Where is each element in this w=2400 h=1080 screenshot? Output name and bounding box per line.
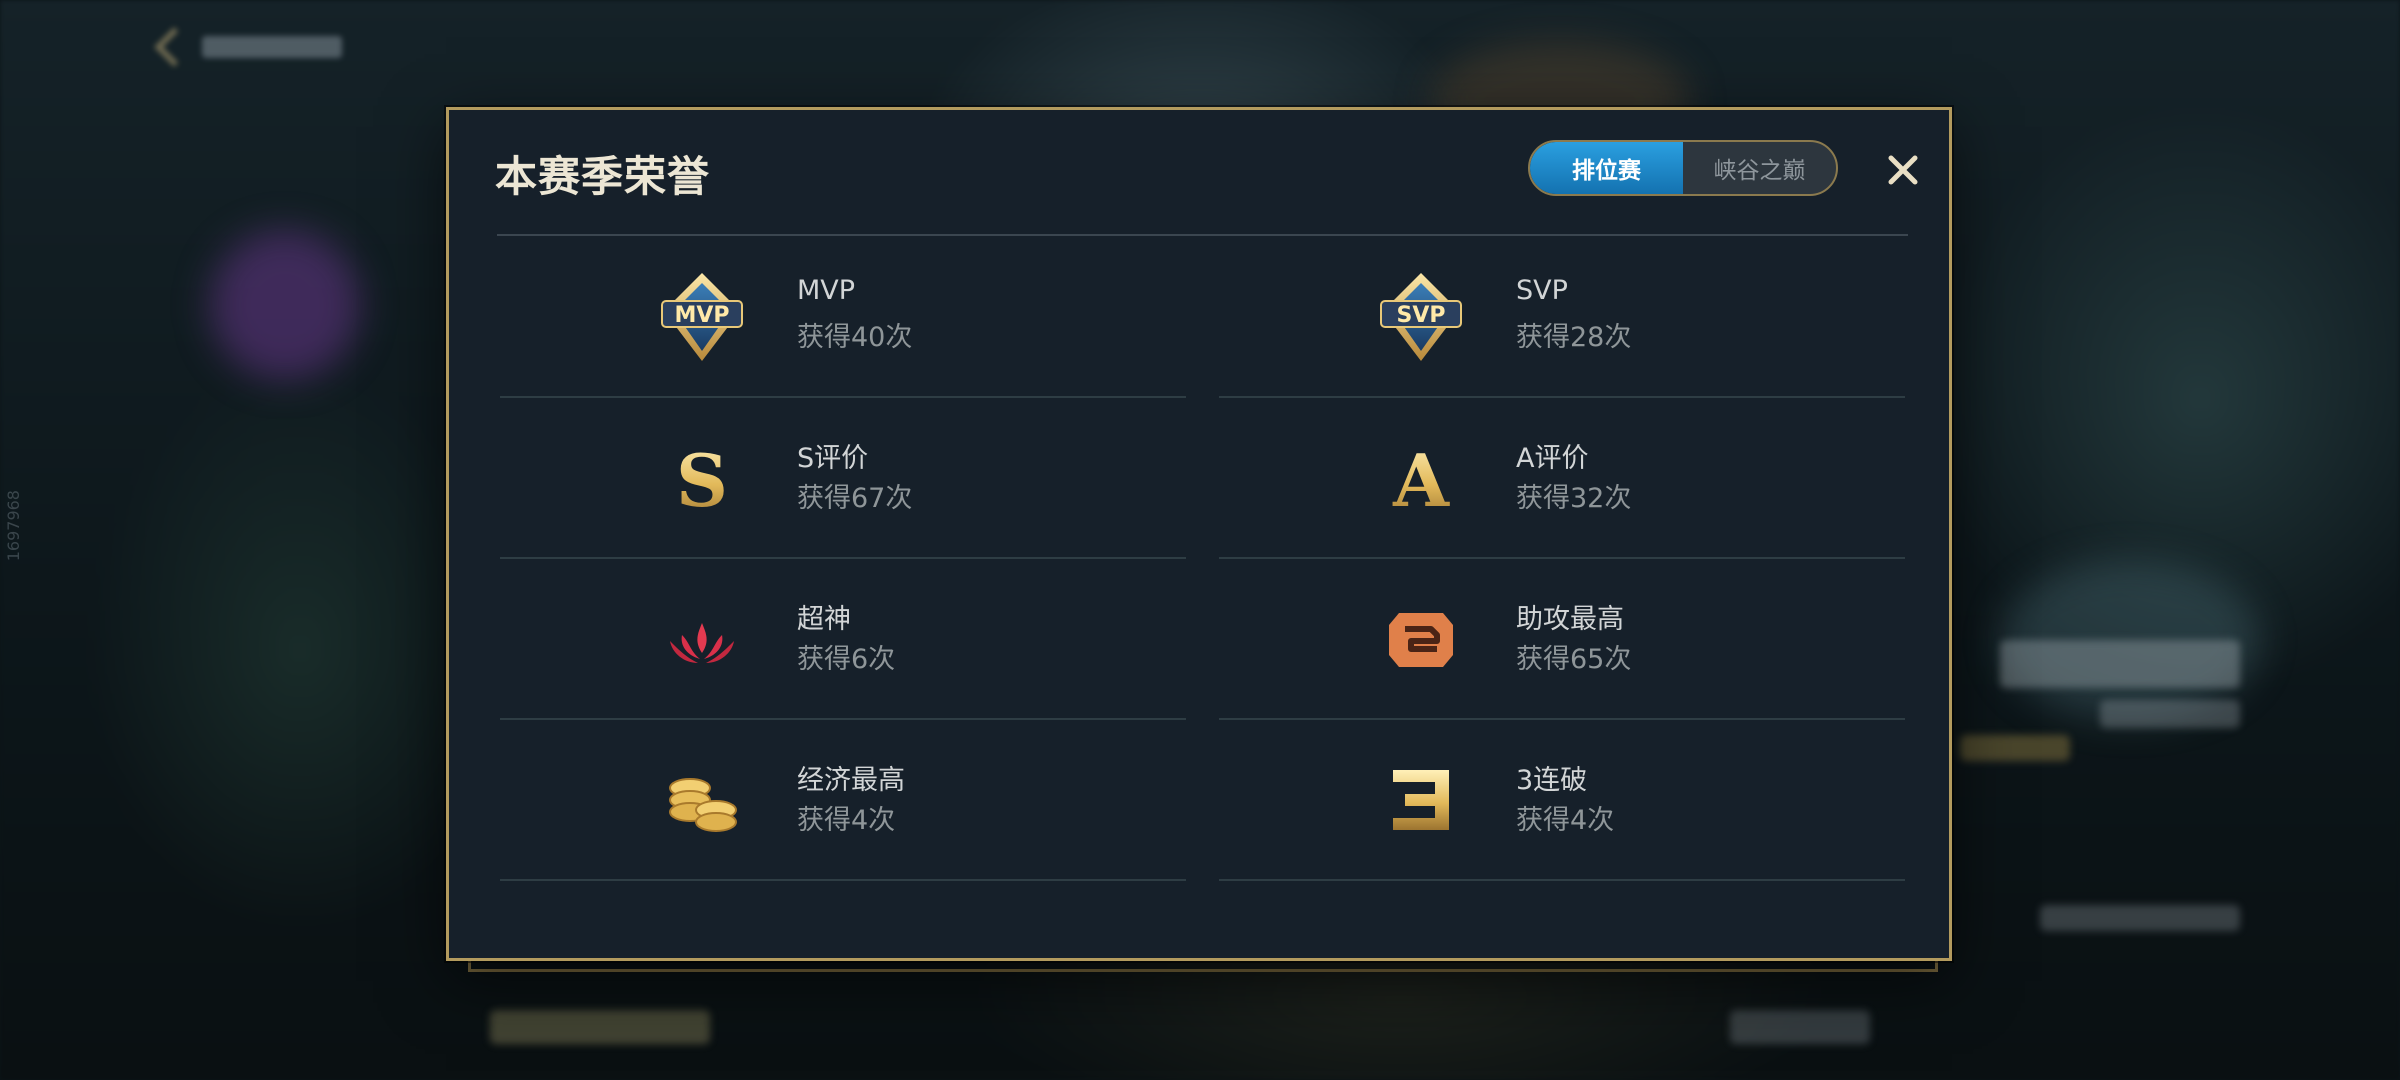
honor-item-mvp: MVP MVP 获得40次 <box>500 237 1186 398</box>
honor-count: 获得65次 <box>1516 644 1632 675</box>
tab-ranked[interactable]: 排位赛 <box>1530 142 1683 194</box>
close-button[interactable] <box>1877 144 1929 196</box>
svg-text:SVP: SVP <box>1397 303 1446 328</box>
honor-name: 3连破 <box>1516 765 1588 796</box>
mvp-badge-icon: MVP <box>660 271 744 363</box>
row-divider <box>1219 879 1905 881</box>
s-grade-icon: S <box>660 432 744 524</box>
chevron-left-icon <box>154 27 194 67</box>
background-side-id: 1697968 <box>4 490 23 562</box>
svg-text:MVP: MVP <box>674 303 729 328</box>
honor-item-top-economy: 经济最高 获得4次 <box>500 720 1186 881</box>
header-divider <box>497 234 1908 236</box>
honor-item-svp: SVP SVP 获得28次 <box>1219 237 1905 398</box>
tab-peak[interactable]: 峡谷之巅 <box>1683 142 1836 194</box>
honor-item-a-grade: A A评价 获得32次 <box>1219 398 1905 559</box>
svp-badge-icon: SVP <box>1379 271 1463 363</box>
background-back-button <box>154 22 390 72</box>
honor-count: 获得67次 <box>797 483 913 514</box>
mode-tab-switch: 排位赛 峡谷之巅 <box>1528 140 1838 196</box>
honor-item-s-grade: S S评价 获得67次 <box>500 398 1186 559</box>
honor-item-triple-kill: 3连破 获得4次 <box>1219 720 1905 881</box>
a-grade-icon: A <box>1379 432 1463 524</box>
honor-item-top-assist: 助攻最高 获得65次 <box>1219 559 1905 720</box>
honor-count: 获得28次 <box>1516 322 1632 353</box>
honor-count: 获得40次 <box>797 322 913 353</box>
honor-name: 超神 <box>797 604 851 635</box>
triple-kill-icon <box>1379 754 1463 846</box>
season-honor-dialog: 本赛季荣誉 排位赛 峡谷之巅 MVP MVP 获得40次 SVP SVP 获得2… <box>446 107 1952 961</box>
honor-name: SVP <box>1516 275 1568 306</box>
background-glow <box>210 230 360 380</box>
svg-text:S: S <box>676 438 728 523</box>
honor-name: 经济最高 <box>797 765 905 796</box>
dialog-title: 本赛季荣誉 <box>495 152 711 201</box>
honor-count: 获得4次 <box>797 805 896 836</box>
row-divider <box>500 879 1186 881</box>
assist-icon <box>1379 593 1463 685</box>
honor-name: 助攻最高 <box>1516 604 1624 635</box>
honor-count: 获得6次 <box>797 644 896 675</box>
honor-name: A评价 <box>1516 443 1589 474</box>
honor-name: S评价 <box>797 443 869 474</box>
gold-coins-icon <box>660 754 744 846</box>
honor-count: 获得4次 <box>1516 805 1615 836</box>
svg-text:A: A <box>1392 438 1450 523</box>
honor-name: MVP <box>797 275 856 306</box>
honor-count: 获得32次 <box>1516 483 1632 514</box>
legendary-flame-icon <box>660 593 744 685</box>
honor-item-legendary: 超神 获得6次 <box>500 559 1186 720</box>
close-icon <box>1888 155 1918 185</box>
